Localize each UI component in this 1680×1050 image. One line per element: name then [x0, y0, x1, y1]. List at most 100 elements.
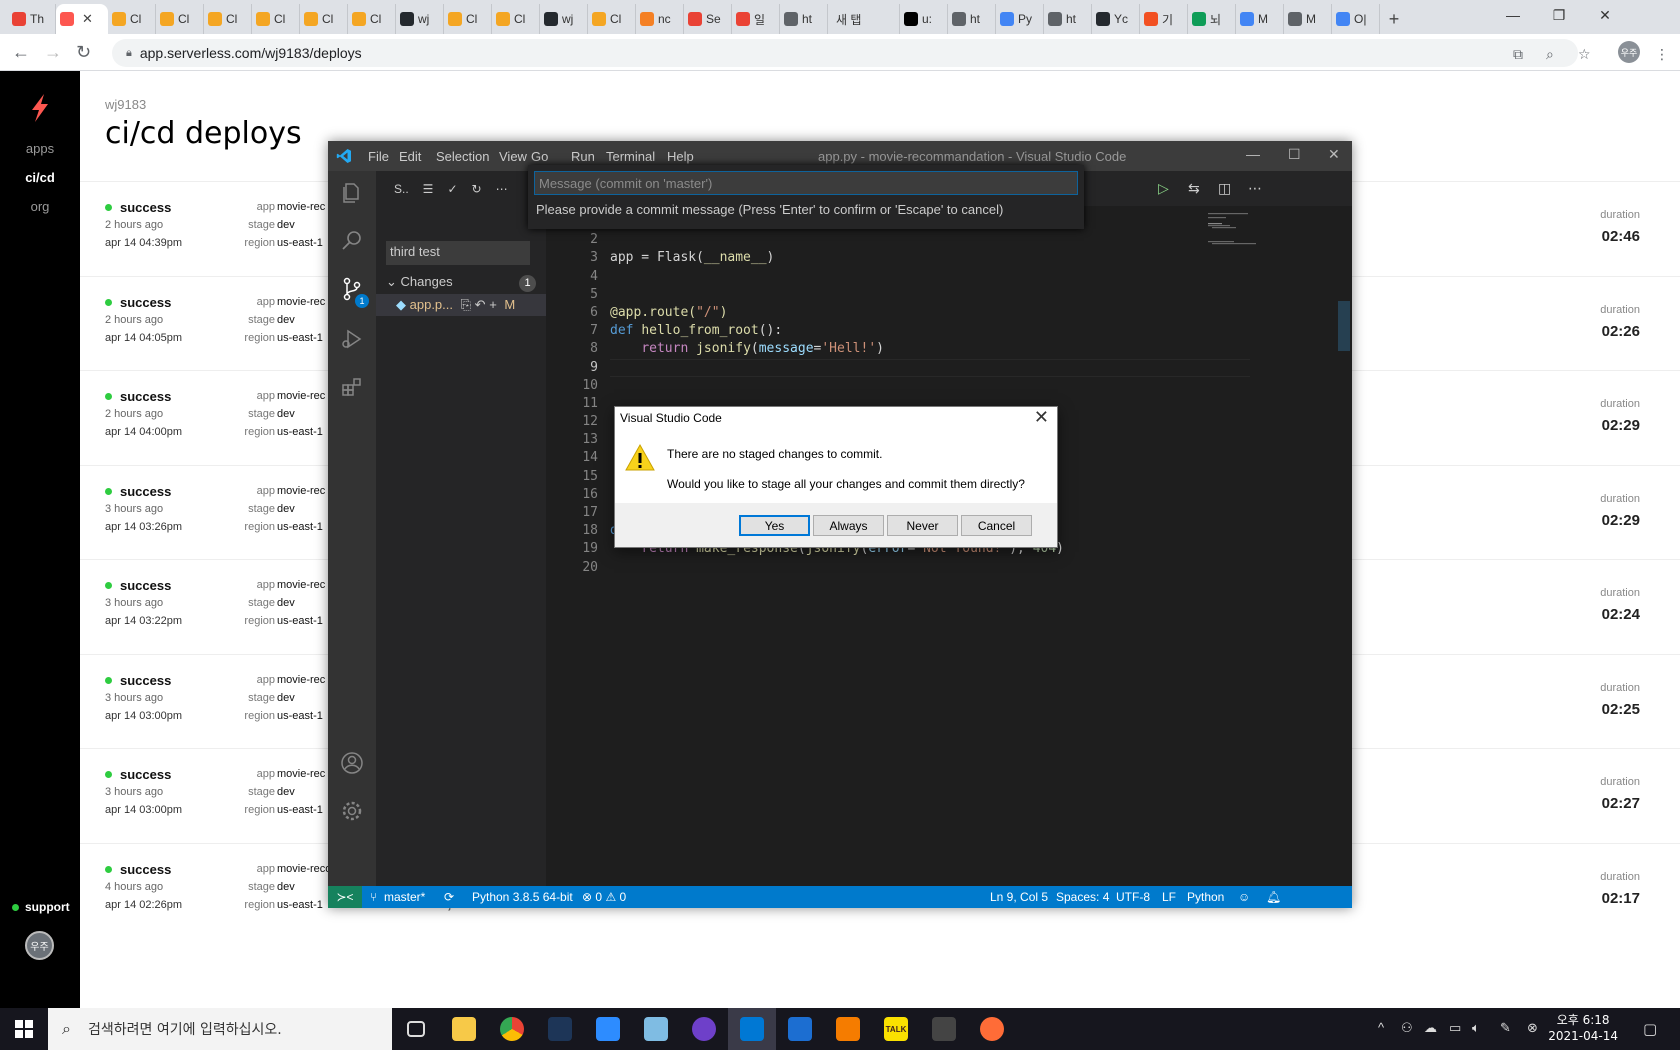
taskbar-chrome-button[interactable]	[488, 1008, 536, 1050]
show-hidden-icons-icon[interactable]: ^	[1378, 1020, 1384, 1035]
changed-file-row[interactable]: ◆ app.p... ⎘ ↶ + M	[376, 294, 546, 316]
git-branch-status[interactable]: master*	[384, 890, 425, 904]
view-as-tree-icon[interactable]: ☰	[423, 182, 434, 196]
notifications-bell-icon[interactable]: 🔔︎	[1266, 890, 1281, 904]
taskbar-app-blue-button[interactable]	[776, 1008, 824, 1050]
more-actions-icon[interactable]: ⋯	[496, 182, 508, 196]
browser-tab[interactable]: Cl	[252, 4, 300, 34]
browser-tab[interactable]: Cl	[156, 4, 204, 34]
run-python-icon[interactable]: ▷	[1158, 180, 1169, 197]
deploy-app[interactable]: movie-rec	[277, 768, 325, 780]
browser-tab[interactable]: 기	[1140, 4, 1188, 34]
taskbar-kakaotalk-button[interactable]: TALK	[872, 1008, 920, 1050]
browser-tab[interactable]: ht	[780, 4, 828, 34]
taskbar-search-box[interactable]: ⌕ 검색하려면 여기에 입력하십시오.	[48, 1008, 392, 1050]
browser-tab[interactable]: O|	[1332, 4, 1380, 34]
tab-close-icon[interactable]: ✕	[82, 11, 93, 27]
browser-tab[interactable]: Cl	[588, 4, 636, 34]
remote-indicator-icon[interactable]: ≻<	[328, 886, 362, 908]
taskbar-terminal-button[interactable]	[920, 1008, 968, 1050]
browser-tab[interactable]: ht	[1044, 4, 1092, 34]
taskbar-postman-button[interactable]	[968, 1008, 1016, 1050]
taskbar-zoom-button[interactable]	[584, 1008, 632, 1050]
start-button[interactable]	[0, 1008, 48, 1050]
browser-tab[interactable]: Yc	[1092, 4, 1140, 34]
always-button[interactable]: Always	[813, 515, 884, 536]
open-file-icon[interactable]: ⎘	[461, 297, 471, 312]
reload-icon[interactable]: ↻	[76, 42, 91, 63]
browser-tab[interactable]: Cl	[108, 4, 156, 34]
onedrive-icon[interactable]: ☁	[1424, 1020, 1437, 1036]
split-editor-icon[interactable]: ◫	[1218, 180, 1231, 197]
support-link[interactable]: support	[12, 900, 70, 914]
deploy-app[interactable]: movie-rec	[277, 674, 325, 686]
browser-tab[interactable]: 새 탭	[828, 4, 900, 34]
settings-gear-icon[interactable]	[340, 799, 364, 823]
python-interpreter[interactable]: Python 3.8.5 64-bit	[472, 890, 573, 904]
browser-tab[interactable]: 일	[732, 4, 780, 34]
volume-icon[interactable]: 🔈︎	[1472, 1020, 1480, 1036]
search-icon[interactable]	[340, 229, 364, 253]
translate-icon[interactable]: ⧉	[1513, 46, 1523, 63]
browser-tab[interactable]: wj	[540, 4, 588, 34]
browser-tab[interactable]: Se	[684, 4, 732, 34]
menu-edit[interactable]: Edit	[399, 149, 421, 164]
browser-tab[interactable]: wj	[396, 4, 444, 34]
stage-changes-icon[interactable]: +	[489, 297, 497, 312]
browser-tab[interactable]: Py	[996, 4, 1044, 34]
display-icon[interactable]: ▭	[1449, 1020, 1461, 1036]
deploy-app[interactable]: movie-rec	[277, 296, 325, 308]
sync-icon[interactable]: ⟳	[444, 890, 454, 904]
menu-terminal[interactable]: Terminal	[606, 149, 655, 164]
browser-tab[interactable]: Cl	[348, 4, 396, 34]
browser-tab[interactable]: ✕	[56, 4, 108, 34]
language-mode[interactable]: Python	[1187, 890, 1224, 904]
deploy-app[interactable]: movie-rec	[277, 390, 325, 402]
discard-changes-icon[interactable]: ↶	[475, 297, 486, 312]
indentation[interactable]: Spaces: 4	[1056, 890, 1109, 904]
yes-button[interactable]: Yes	[739, 515, 810, 536]
taskbar-github-desktop-button[interactable]	[680, 1008, 728, 1050]
editor-scrollbar[interactable]	[1338, 301, 1350, 351]
serverless-logo-icon[interactable]	[28, 93, 52, 123]
cursor-position[interactable]: Ln 9, Col 5	[990, 890, 1048, 904]
browser-tab[interactable]: M	[1236, 4, 1284, 34]
deploy-app[interactable]: movie-rec	[277, 579, 325, 591]
run-debug-icon[interactable]	[340, 327, 364, 351]
browser-tab[interactable]: Cl	[492, 4, 540, 34]
accounts-icon[interactable]	[340, 751, 364, 775]
cancel-button[interactable]: Cancel	[961, 515, 1032, 536]
taskbar-task-view-button[interactable]	[392, 1008, 440, 1050]
refresh-icon[interactable]: ↻	[472, 182, 482, 196]
browser-tab[interactable]: Cl	[444, 4, 492, 34]
menu-go[interactable]: Go	[531, 149, 548, 164]
menu-file[interactable]: File	[368, 149, 389, 164]
vscode-minimize-icon[interactable]: —	[1246, 146, 1260, 162]
sidebar-item-cicd[interactable]: ci/cd	[0, 170, 80, 185]
commit-message-input[interactable]: third test	[386, 241, 530, 265]
commit-check-icon[interactable]: ✓	[447, 182, 457, 196]
vscode-close-icon[interactable]: ✕	[1328, 146, 1340, 163]
pen-icon[interactable]: ✎	[1500, 1020, 1511, 1036]
menu-help[interactable]: Help	[667, 149, 694, 164]
minimize-window-button[interactable]: —	[1490, 0, 1536, 30]
url-bar[interactable]: 🔒︎ app.serverless.com/wj9183/deploys	[112, 39, 1578, 67]
network-icon[interactable]: ⊗	[1527, 1020, 1538, 1036]
taskbar-pycharm-button[interactable]	[536, 1008, 584, 1050]
sidebar-item-org[interactable]: org	[0, 199, 80, 214]
minimap[interactable]	[1206, 211, 1286, 271]
file-encoding[interactable]: UTF-8	[1116, 890, 1150, 904]
deploy-app[interactable]: movie-rec	[277, 485, 325, 497]
new-tab-button[interactable]: +	[1380, 4, 1408, 34]
chrome-menu-icon[interactable]: ⋮	[1655, 46, 1669, 63]
never-button[interactable]: Never	[887, 515, 958, 536]
git-branch-icon[interactable]: ⑂	[370, 890, 377, 904]
browser-tab[interactable]: M	[1284, 4, 1332, 34]
action-center-icon[interactable]: ▢	[1643, 1020, 1657, 1038]
zoom-icon[interactable]: ⌕	[1546, 46, 1554, 63]
back-icon[interactable]: ←	[12, 42, 30, 63]
dialog-close-icon[interactable]: ✕	[1034, 407, 1049, 428]
taskbar-file-explorer-button[interactable]	[440, 1008, 488, 1050]
commit-message-quick-input[interactable]: Message (commit on 'master')	[534, 171, 1078, 195]
end-of-line[interactable]: LF	[1162, 890, 1176, 904]
